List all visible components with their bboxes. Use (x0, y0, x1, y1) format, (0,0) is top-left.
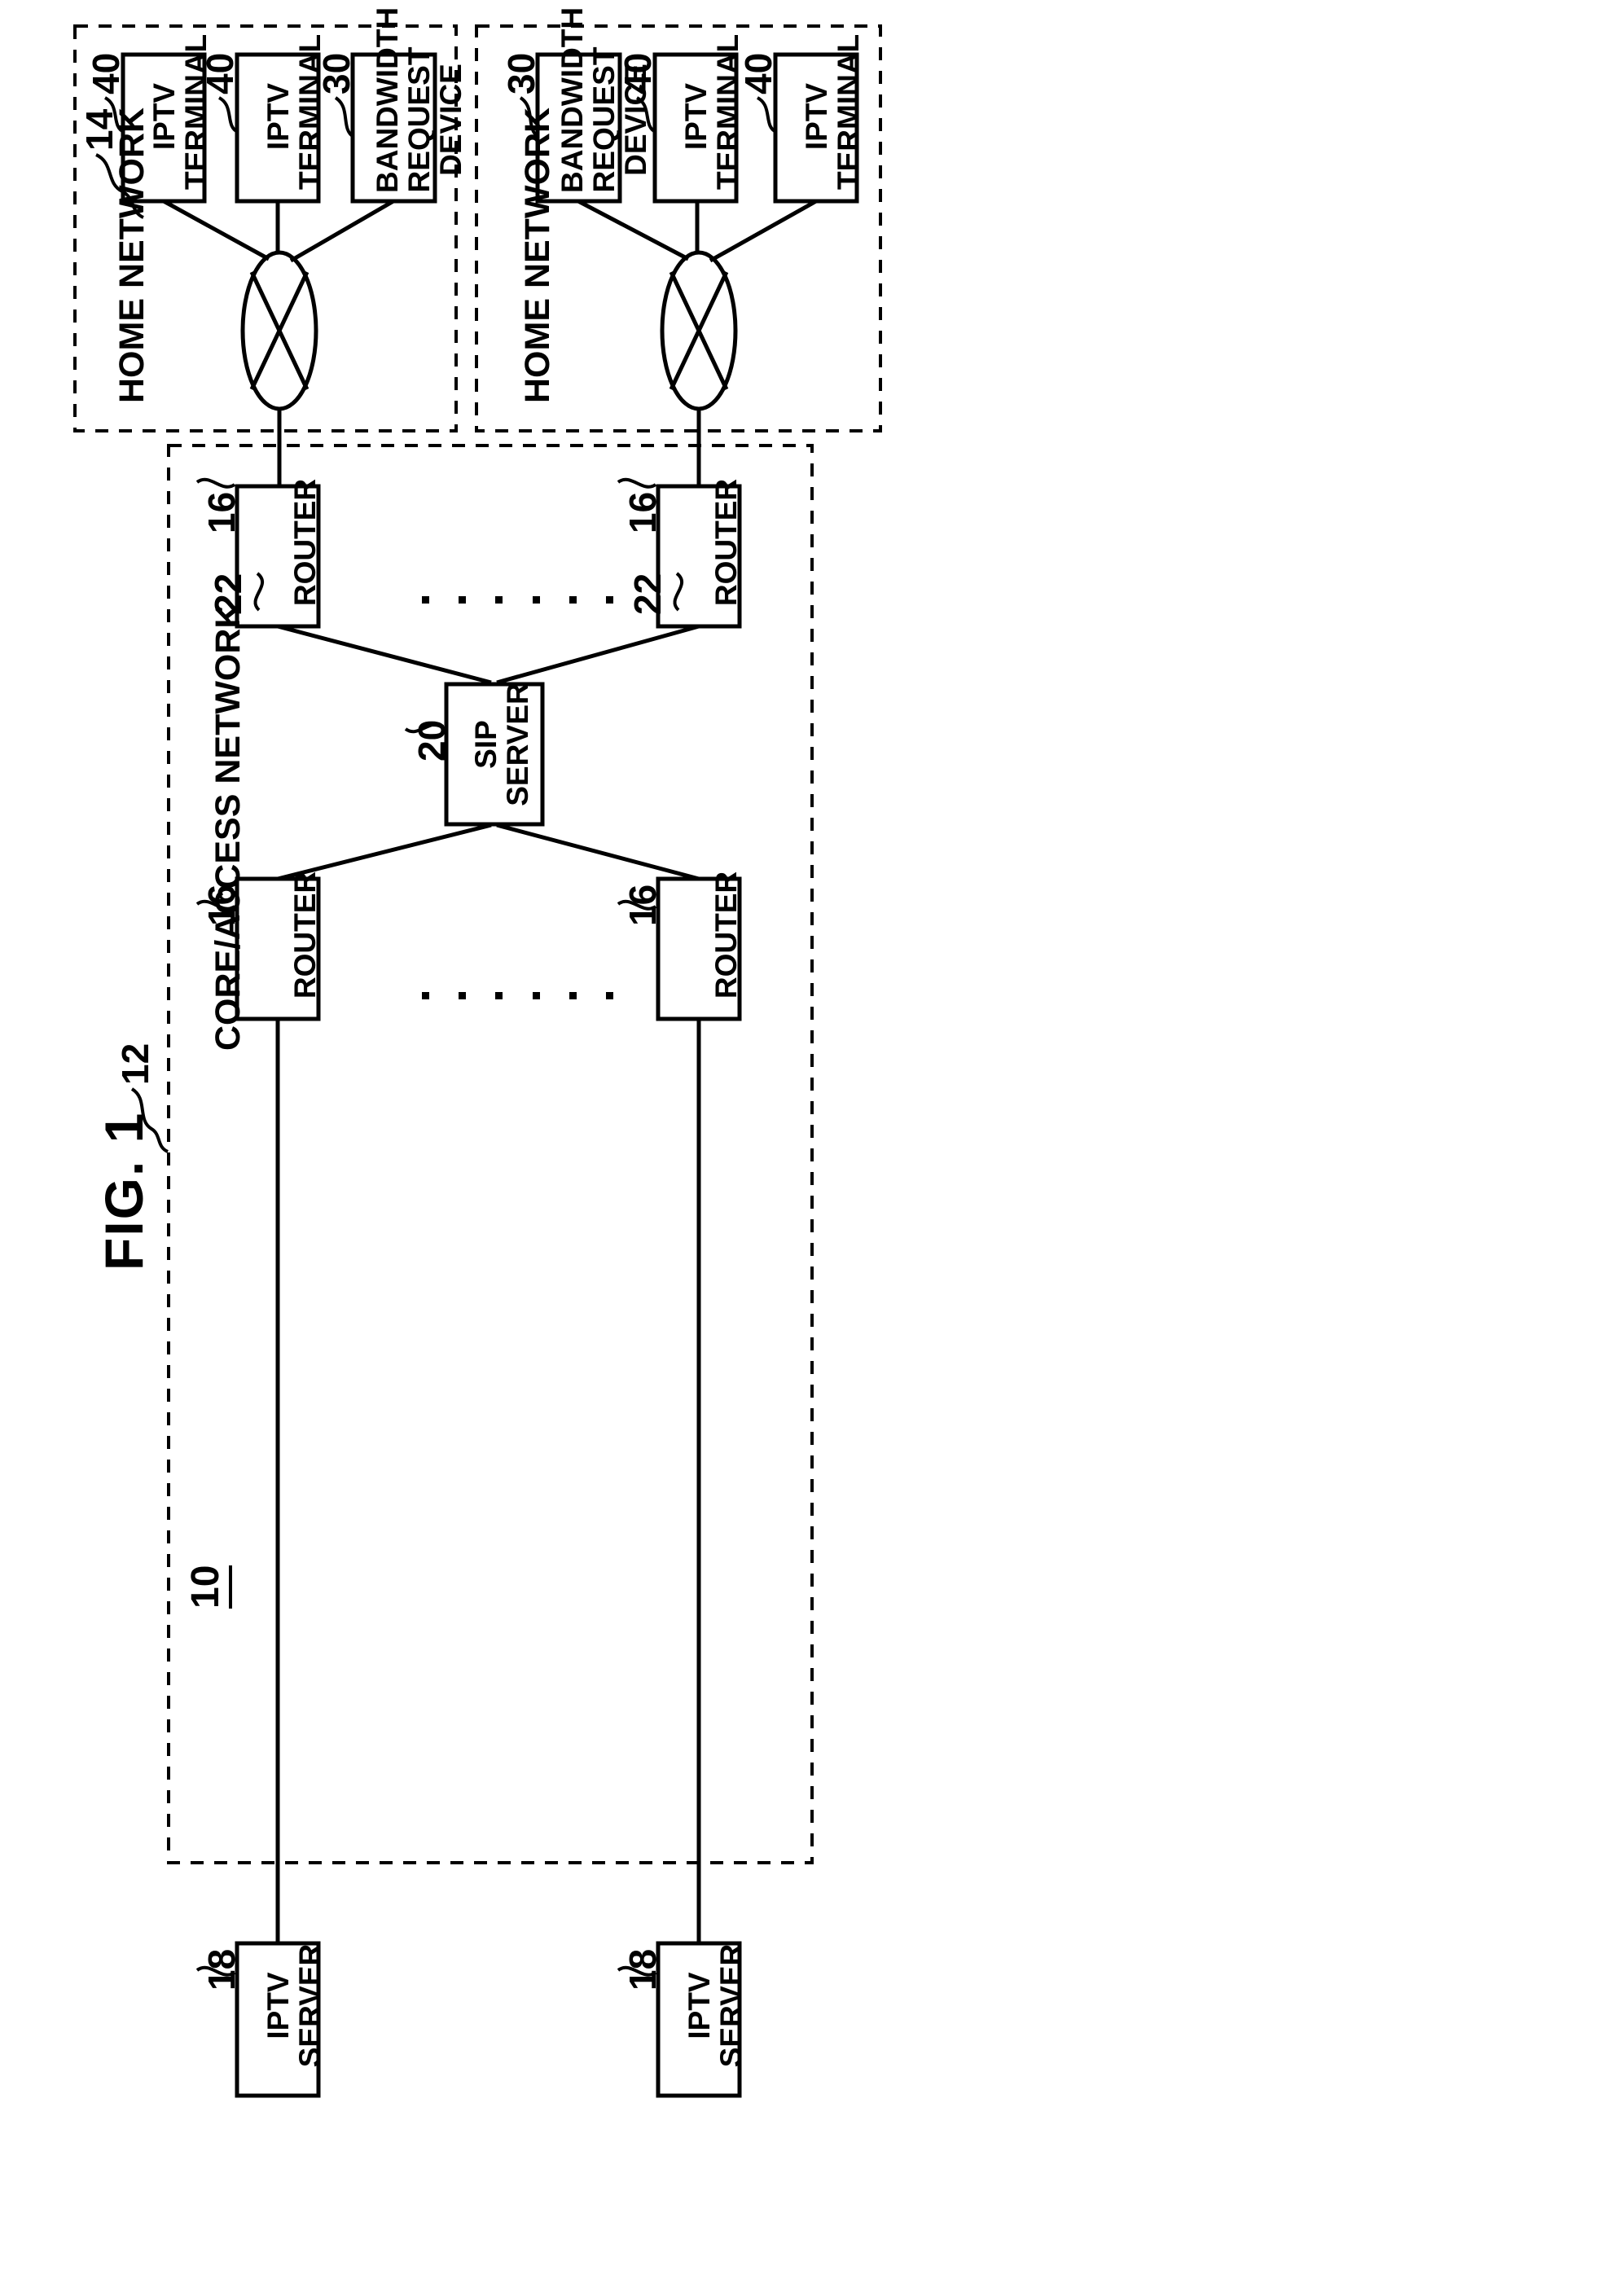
reference-number-hn1-terminal-1: 40 (85, 52, 127, 94)
node-label-iptv-server-bottom: IPTV SERVER (683, 1929, 749, 2082)
node-label-line2: TERMINAL (832, 33, 866, 190)
node-label-hn1-bandwidth-request-device: BANDWIDTH REQUEST DEVICE (371, 7, 468, 193)
node-label-router-bottom-right: ROUTER (709, 478, 743, 607)
reference-number-router-top-right: 16 (200, 491, 243, 533)
node-switch-hn1 (240, 250, 318, 411)
node-label-hn2-iptv-terminal-2: IPTV TERMINAL (800, 34, 865, 190)
node-label-iptv-server-top: IPTV SERVER (261, 1929, 327, 2082)
zone-label-core-access-network: CORE/ACCESS NETWORK (209, 603, 248, 1051)
node-label-router-bottom-left: ROUTER (709, 871, 743, 999)
reference-number-router-top-left: 16 (200, 884, 243, 926)
node-label-hn2-iptv-terminal-1: IPTV TERMINAL (679, 34, 744, 190)
leader-ref-hn1-22 (253, 572, 264, 612)
leader-ref-16-tl (195, 477, 236, 489)
system-reference-number: 10 (184, 1565, 232, 1609)
node-label-line1: IPTV (679, 82, 713, 151)
reference-number-iptv-server-bottom: 18 (621, 1948, 664, 1991)
node-label-line1: BANDWIDTH (555, 7, 589, 193)
link-hn2-term2-switch (709, 199, 818, 263)
leader-ref-16-bl (617, 477, 657, 489)
reference-number-hn2-switch: 22 (626, 573, 669, 615)
patent-figure-page: FIG. 1 10 HOME NETWORK HOME NETWORK CORE… (0, 0, 1620, 2296)
link-hn1-term1-switch (162, 199, 270, 261)
node-label-line1: IPTV (261, 82, 295, 151)
node-label-line1: BANDWIDTH (371, 7, 404, 193)
link-hn2-brd-switch (577, 199, 690, 261)
node-label-line1: IPTV (261, 1972, 295, 2039)
reference-number-router-bottom-left: 16 (621, 884, 664, 926)
node-label-sip-server: SIP SERVER (469, 674, 535, 814)
zone-label-home-network-top: HOME NETWORK (112, 107, 151, 403)
node-label-router-top-right: ROUTER (288, 478, 322, 607)
node-label-line2: REQUEST (402, 46, 437, 193)
node-label-line1: IPTV (683, 1972, 716, 2039)
leader-ref-hn2-22 (673, 572, 683, 612)
reference-number-hn2-bandwidth-request-device: 30 (500, 52, 542, 94)
node-switch-hn2 (660, 250, 738, 411)
reference-number-iptv-server-top: 18 (200, 1948, 243, 1991)
reference-number-sip-server: 20 (410, 719, 453, 762)
reference-number-hn1-bandwidth-request-device: 30 (315, 52, 358, 94)
zone-boundary-core-access-network (167, 444, 814, 1864)
node-label-line2: SERVER (714, 1943, 749, 2068)
ellipsis-dots-upper (422, 992, 613, 999)
figure-title: FIG. 1 (94, 1111, 154, 1271)
link-hn1-brd-switch (289, 199, 395, 263)
node-label-line3: DEVICE (434, 64, 468, 176)
reference-number-hn1-switch: 22 (207, 573, 249, 615)
reference-number-router-bottom-right: 16 (621, 491, 664, 533)
diagram-canvas (73, 24, 882, 2098)
link-sip-router-bl (496, 823, 700, 881)
node-label-line1: IPTV (147, 82, 181, 151)
reference-number-hn2-terminal-2: 40 (737, 52, 779, 94)
reference-number-12: 12 (114, 1043, 156, 1085)
node-label-line1: IPTV (800, 82, 833, 151)
node-label-line2: SERVER (293, 1943, 327, 2068)
reference-number-hn1-terminal-2: 40 (199, 52, 241, 94)
node-label-line1: SIP (469, 720, 503, 769)
zone-label-home-network-bottom: HOME NETWORK (518, 107, 557, 403)
node-label-router-top-left: ROUTER (288, 871, 322, 999)
link-router-tr-sip (277, 624, 492, 685)
reference-number-14: 14 (78, 108, 121, 151)
reference-number-hn2-terminal-1: 40 (617, 52, 659, 94)
ellipsis-dots-lower (422, 596, 613, 604)
node-label-line2: SERVER (501, 683, 535, 806)
